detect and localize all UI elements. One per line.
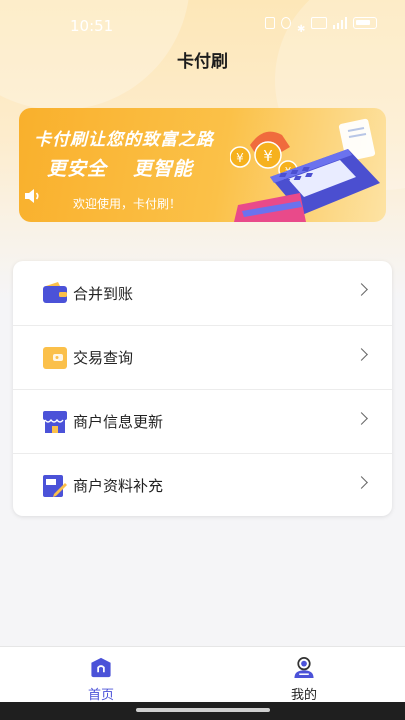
pos-terminal-illustration: ¥ ¥ ¥ [230, 118, 380, 222]
battery-icon [353, 17, 377, 29]
alarm-icon [281, 17, 291, 29]
chevron-right-icon [355, 283, 368, 296]
chevron-right-icon [355, 348, 368, 361]
menu-item-label: 商户信息更新 [73, 413, 164, 431]
welcome-text: 欢迎使用，卡付刷！ [73, 197, 182, 211]
menu-item-merchant-info-update[interactable]: 商户信息更新 [13, 389, 392, 453]
menu-item-merge-settlement[interactable]: 合并到账 [13, 261, 392, 325]
tab-mine-label: 我的 [290, 688, 317, 703]
banner-sub-right: 更智能 [133, 158, 194, 180]
tab-mine[interactable]: 我的 [203, 647, 405, 703]
speaker-icon [25, 189, 39, 203]
status-time: 10:51 [70, 17, 114, 35]
banner-title: 卡付刷让您的致富之路 [34, 130, 214, 150]
nfc-icon [265, 17, 275, 29]
edit-document-icon [41, 472, 69, 500]
signal-icon [333, 17, 347, 29]
card-wallet-icon [41, 344, 69, 372]
tab-home[interactable]: 首页 [0, 647, 202, 703]
system-home-indicator[interactable] [0, 702, 405, 720]
chevron-right-icon [355, 412, 368, 425]
tab-home-label: 首页 [87, 688, 114, 703]
status-icons [265, 17, 377, 29]
bluetooth-icon [297, 17, 305, 29]
banner-subtitle: 更安全 更智能 [47, 154, 193, 181]
svg-text:¥: ¥ [263, 147, 273, 165]
hd-icon [311, 17, 327, 29]
status-bar: 10:51 [0, 0, 405, 50]
home-icon [91, 657, 111, 678]
store-icon [41, 408, 69, 436]
wallet-icon [41, 279, 69, 307]
menu-item-label: 合并到账 [73, 284, 134, 303]
menu-item-label: 商户资料补充 [73, 477, 164, 495]
bottom-tab-bar: 首页 我的 [0, 646, 405, 703]
svg-text:¥: ¥ [236, 151, 244, 165]
banner-sub-left: 更安全 [47, 158, 108, 180]
chevron-right-icon [355, 476, 368, 489]
menu-card: 合并到账 交易查询 商户信息更新 商户资料补充 [13, 261, 392, 516]
menu-item-transaction-query[interactable]: 交易查询 [13, 325, 392, 389]
menu-item-label: 交易查询 [73, 349, 134, 367]
menu-item-merchant-docs-supplement[interactable]: 商户资料补充 [13, 453, 392, 516]
page-title: 卡付刷 [177, 52, 228, 72]
user-icon [294, 657, 314, 679]
